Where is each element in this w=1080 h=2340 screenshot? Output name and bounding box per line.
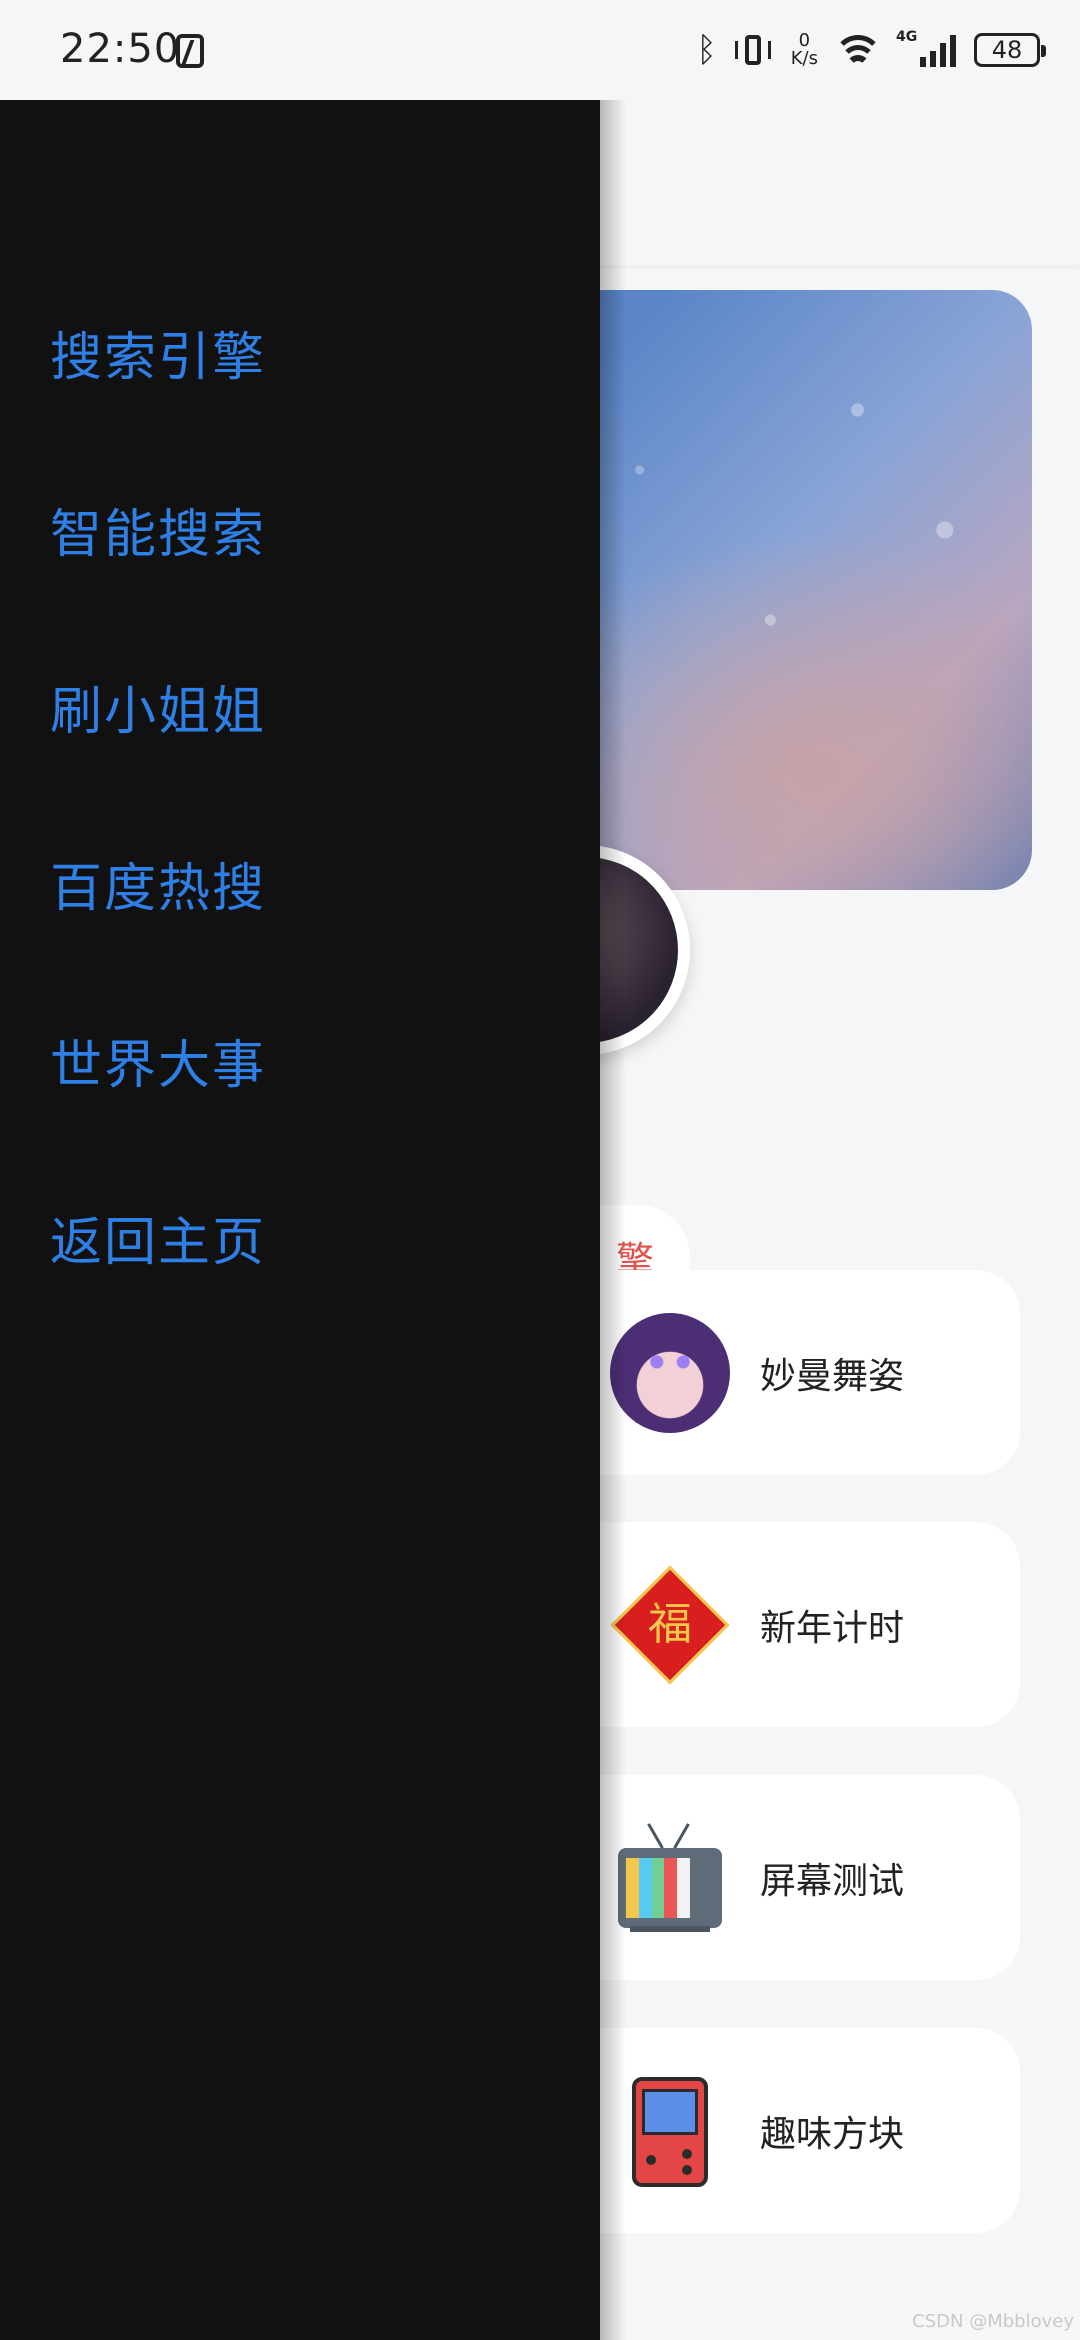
fu-character-icon: 福: [610, 1565, 730, 1685]
card-label: 趣味方块: [760, 2113, 905, 2155]
bluetooth-icon: ᛒ: [696, 30, 717, 70]
card-label: 妙曼舞姿: [760, 1355, 905, 1397]
signal-label: 4G: [896, 29, 918, 45]
card-label: 屏幕测试: [760, 1860, 905, 1902]
status-time: 22:50: [60, 26, 181, 72]
menu-item-label[interactable]: 百度热搜: [50, 846, 266, 921]
navigation-drawer: 搜索引擎 智能搜索 刷小姐姐 百度热搜 世界大事 返回主页: [0, 100, 600, 2340]
menu-item-search-engine[interactable]: 搜索引擎: [50, 315, 266, 492]
menu-item-world-news[interactable]: 世界大事: [50, 1023, 266, 1200]
menu-item-label[interactable]: 刷小姐姐: [50, 669, 266, 744]
menu-item-back-home[interactable]: 返回主页: [50, 1200, 266, 1377]
card-label: 新年计时: [760, 1607, 905, 1649]
drawer-menu: 搜索引擎 智能搜索 刷小姐姐 百度热搜 世界大事 返回主页: [50, 315, 266, 1377]
signal-icon: 4G: [896, 29, 956, 67]
status-bar: 22:50 ᛒ 0 K/s 4G 48: [0, 0, 1080, 100]
battery-icon: 48: [974, 33, 1046, 67]
battery-level: 48: [991, 36, 1023, 64]
menu-item-label[interactable]: 智能搜索: [50, 492, 266, 567]
menu-item-label[interactable]: 返回主页: [50, 1200, 266, 1275]
game-console-icon: [610, 2071, 730, 2191]
retro-tv-icon: [610, 1818, 730, 1938]
drawer-shadow: [600, 100, 626, 2340]
menu-item-baidu-hot[interactable]: 百度热搜: [50, 846, 266, 1023]
dance-avatar-icon: [610, 1312, 730, 1433]
menu-item-label[interactable]: 世界大事: [50, 1023, 266, 1098]
status-icons: ᛒ 0 K/s 4G 48: [696, 24, 1046, 76]
menu-item-smart-search[interactable]: 智能搜索: [50, 492, 266, 669]
menu-item-label[interactable]: 搜索引擎: [50, 315, 266, 390]
wifi-icon: [836, 33, 880, 67]
menu-item-short-videos[interactable]: 刷小姐姐: [50, 669, 266, 846]
network-speed: 0 K/s: [791, 32, 818, 68]
network-speed-unit: K/s: [790, 48, 818, 69]
watermark: CSDN @Mbblovey: [912, 2311, 1074, 2332]
nfc-icon: [176, 34, 204, 68]
vibrate-icon: [734, 33, 773, 67]
